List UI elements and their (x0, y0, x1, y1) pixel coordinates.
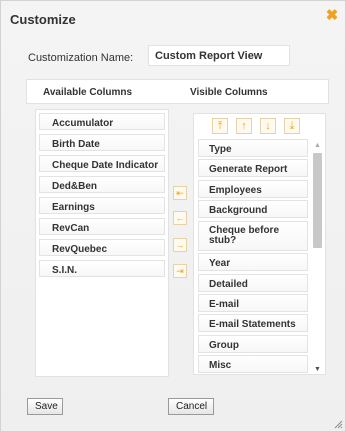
available-column-item[interactable]: RevCan (39, 218, 165, 235)
arrow-right-icon: → (175, 240, 185, 250)
visible-column-item[interactable]: E-mail Statements (198, 314, 308, 332)
save-button[interactable]: Save (27, 398, 63, 415)
customization-name-label: Customization Name: (28, 52, 134, 64)
scroll-down-arrow-icon[interactable]: ▼ (312, 365, 323, 374)
dialog-title: Customize (10, 12, 76, 27)
visible-column-item[interactable]: Misc (198, 355, 308, 373)
remove-column-button[interactable]: ← (173, 211, 187, 225)
available-column-item[interactable]: Earnings (39, 197, 165, 214)
visible-columns-heading: Visible Columns (190, 87, 268, 98)
arrow-down-icon: ↓ (265, 120, 271, 132)
arrow-left-icon: ← (175, 213, 185, 223)
arrow-to-top-icon: ⤒ (217, 120, 223, 132)
add-column-button[interactable]: → (173, 238, 187, 252)
visible-column-item[interactable]: Cheque before stub? (198, 221, 308, 251)
customization-name-input[interactable] (148, 45, 290, 66)
move-down-button[interactable]: ↓ (260, 118, 276, 134)
available-column-item[interactable]: Ded&Ben (39, 176, 165, 193)
columns-header-bar: Available Columns Visible Columns (26, 79, 329, 104)
available-columns-list[interactable]: Accumulator Birth Date Cheque Date Indic… (35, 109, 169, 377)
visible-column-item[interactable]: Year (198, 253, 308, 271)
visible-columns-list[interactable]: ⤒ ↑ ↓ ⤓ Type Generate Report Employees B… (193, 113, 326, 375)
add-all-columns-button[interactable]: ⇥ (173, 264, 187, 278)
resize-grip-icon[interactable] (333, 419, 343, 429)
scroll-up-arrow-icon[interactable]: ▲ (312, 141, 323, 150)
visible-column-item[interactable]: Employees (198, 180, 308, 198)
visible-column-item[interactable]: Type (198, 139, 308, 157)
move-up-button[interactable]: ↑ (236, 118, 252, 134)
visible-column-item[interactable]: Generate Report (198, 159, 308, 177)
available-column-item[interactable]: S.I.N. (39, 260, 165, 277)
available-column-item[interactable]: Birth Date (39, 134, 165, 151)
move-top-button[interactable]: ⤒ (212, 118, 228, 134)
visible-column-item[interactable]: Detailed (198, 274, 308, 292)
move-bottom-button[interactable]: ⤓ (284, 118, 300, 134)
visible-column-item[interactable]: Group (198, 335, 308, 353)
visible-column-item[interactable]: Background (198, 200, 308, 218)
available-column-item[interactable]: Cheque Date Indicator (39, 155, 165, 172)
scrollbar-thumb[interactable] (313, 153, 322, 248)
available-columns-heading: Available Columns (43, 87, 133, 98)
scrollbar-track[interactable] (313, 151, 322, 363)
available-column-item[interactable]: RevQuebec (39, 239, 165, 256)
arrow-left-bar-icon: ⇤ (176, 188, 184, 198)
cancel-button[interactable]: Cancel (168, 398, 214, 415)
available-column-item[interactable]: Accumulator (39, 113, 165, 130)
arrow-up-icon: ↑ (241, 120, 247, 132)
dialog-titlebar[interactable]: Customize ✖ (1, 1, 345, 37)
remove-all-columns-button[interactable]: ⇤ (173, 186, 187, 200)
arrow-to-bottom-icon: ⤓ (289, 120, 295, 132)
customize-dialog: Customize ✖ Customization Name: Availabl… (0, 0, 346, 432)
arrow-right-bar-icon: ⇥ (176, 266, 184, 276)
visible-column-item[interactable]: E-mail (198, 294, 308, 312)
visible-columns-scrollbar[interactable]: ▲ ▼ (312, 141, 323, 374)
close-icon[interactable]: ✖ (325, 8, 339, 23)
